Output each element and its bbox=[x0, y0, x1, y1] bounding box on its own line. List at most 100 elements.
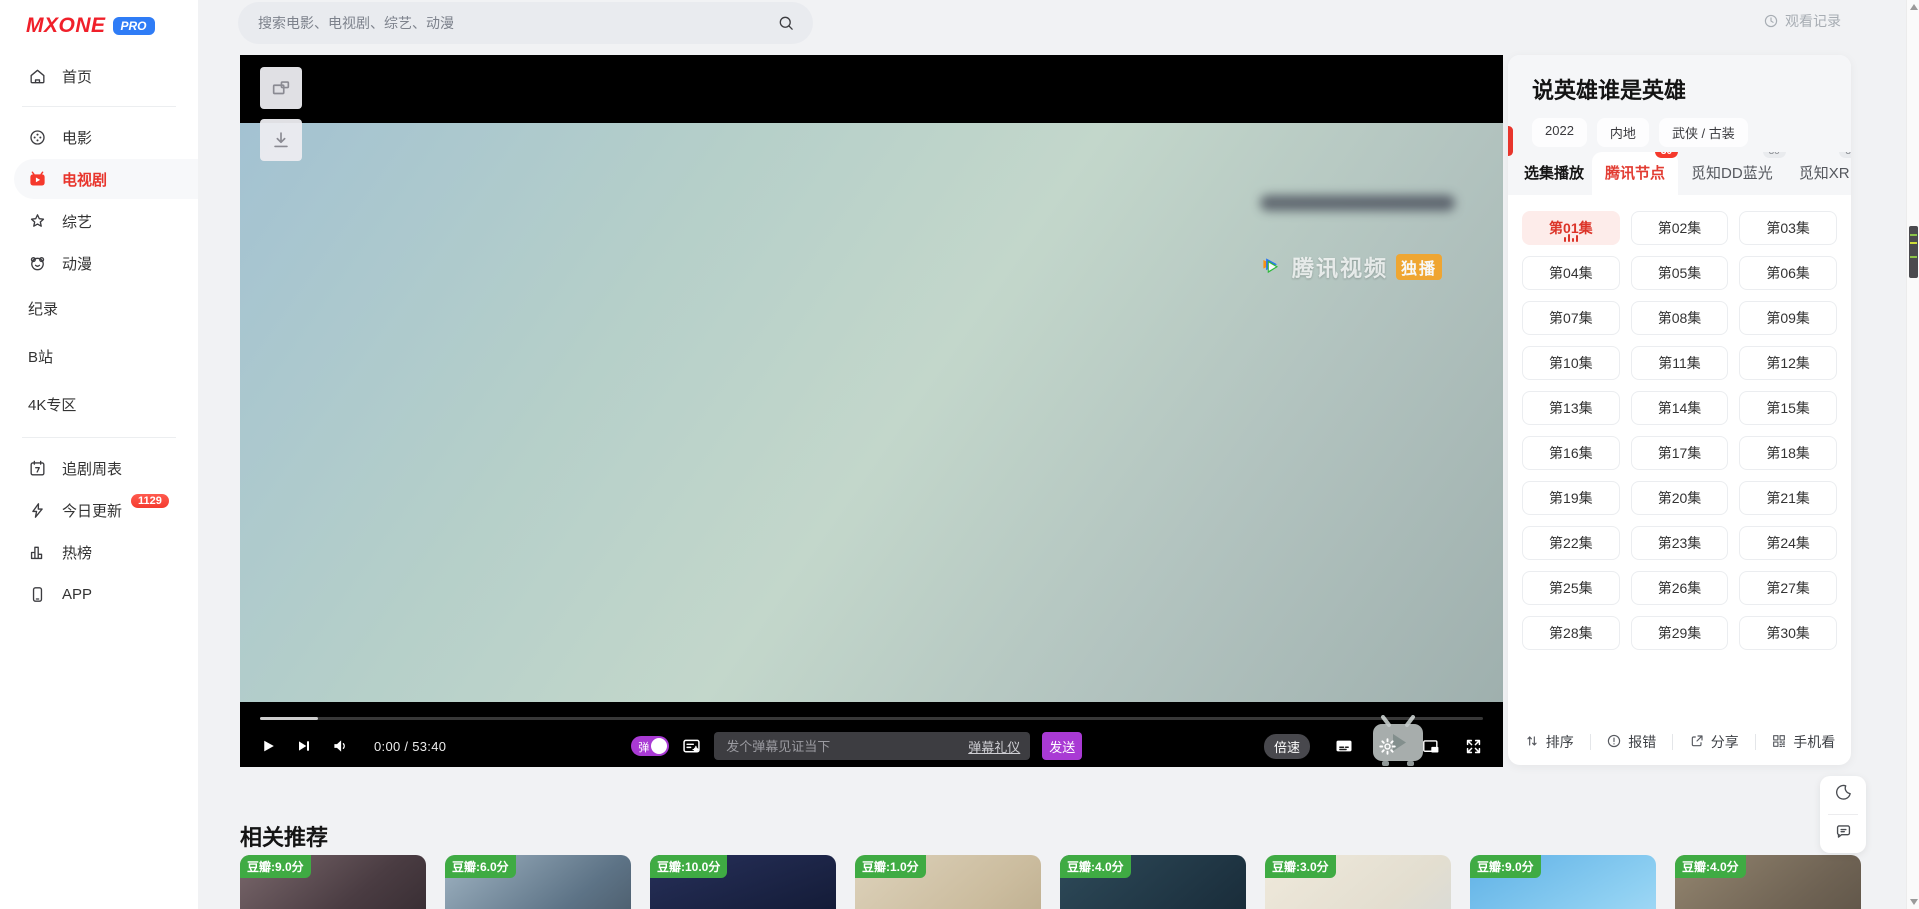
episode-button-第13集[interactable]: 第13集 bbox=[1522, 391, 1620, 425]
recommendation-card[interactable]: 豆瓣:4.0分 bbox=[1060, 855, 1246, 909]
play-button[interactable] bbox=[260, 737, 277, 755]
show-tag[interactable]: 2022 bbox=[1532, 118, 1587, 147]
episode-button-第04集[interactable]: 第04集 bbox=[1522, 256, 1620, 290]
episode-button-第08集[interactable]: 第08集 bbox=[1631, 301, 1729, 335]
sidebar-item-今日更新[interactable]: 今日更新1129 bbox=[14, 490, 198, 530]
episode-button-第03集[interactable]: 第03集 bbox=[1739, 211, 1837, 245]
show-tag[interactable]: 内地 bbox=[1597, 118, 1649, 147]
episode-button-第19集[interactable]: 第19集 bbox=[1522, 481, 1620, 515]
episode-button-第25集[interactable]: 第25集 bbox=[1522, 571, 1620, 605]
subtitle-icon bbox=[1333, 736, 1355, 756]
download-button[interactable] bbox=[260, 119, 302, 161]
sidebar-item-APP[interactable]: APP bbox=[14, 574, 198, 614]
danmaku-toggle[interactable]: 弹 bbox=[631, 736, 669, 756]
sidebar-item-电视剧[interactable]: 电视剧 bbox=[14, 159, 198, 199]
video-player[interactable]: 腾讯视频 独播 bbox=[240, 55, 1503, 767]
download-icon bbox=[270, 129, 292, 151]
watch-history-button[interactable]: 观看记录 bbox=[1763, 11, 1841, 31]
scrollbar-down-arrow[interactable] bbox=[1910, 899, 1918, 905]
episode-button-第06集[interactable]: 第06集 bbox=[1739, 256, 1837, 290]
scrollbar-up-arrow[interactable] bbox=[1910, 4, 1918, 10]
episode-button-第29集[interactable]: 第29集 bbox=[1631, 616, 1729, 650]
video-frame[interactable]: 腾讯视频 独播 bbox=[240, 123, 1503, 702]
playback-speed-button[interactable]: 倍速 bbox=[1264, 734, 1310, 759]
pip-icon bbox=[1420, 737, 1441, 756]
episode-button-第10集[interactable]: 第10集 bbox=[1522, 346, 1620, 380]
feedback-button[interactable] bbox=[1820, 815, 1866, 853]
action-label: 报错 bbox=[1628, 732, 1656, 752]
episode-button-第18集[interactable]: 第18集 bbox=[1739, 436, 1837, 470]
next-episode-button[interactable] bbox=[296, 738, 312, 754]
action-label: 分享 bbox=[1711, 732, 1739, 752]
danmaku-etiquette-link[interactable]: 弹幕礼仪 bbox=[968, 737, 1020, 756]
fullscreen-button[interactable] bbox=[1464, 737, 1483, 756]
source-tab-腾讯节点[interactable]: 腾讯节点30 bbox=[1592, 152, 1678, 195]
sidebar-item-4K专区[interactable]: 4K专区 bbox=[14, 381, 198, 427]
danmaku-settings-button[interactable] bbox=[681, 736, 702, 757]
episode-button-第30集[interactable]: 第30集 bbox=[1739, 616, 1837, 650]
player-controls: 0:00 / 53:40 弹 弹幕礼仪 发 bbox=[240, 725, 1503, 767]
film-icon bbox=[28, 128, 47, 147]
episode-button-第16集[interactable]: 第16集 bbox=[1522, 436, 1620, 470]
episode-button-第17集[interactable]: 第17集 bbox=[1631, 436, 1729, 470]
recommendation-card[interactable]: 豆瓣:9.0分 bbox=[1470, 855, 1656, 909]
scrollbar-thumb[interactable] bbox=[1909, 226, 1918, 278]
recommendation-card[interactable]: 豆瓣:10.0分 bbox=[650, 855, 836, 909]
episode-button-第09集[interactable]: 第09集 bbox=[1739, 301, 1837, 335]
episode-button-第23集[interactable]: 第23集 bbox=[1631, 526, 1729, 560]
danmaku-toggle-knob bbox=[651, 738, 667, 754]
page-scrollbar[interactable] bbox=[1906, 0, 1919, 909]
sidebar-item-追剧周表[interactable]: 追剧周表 bbox=[14, 448, 198, 488]
source-tab-觅知DD蓝光[interactable]: 觅知DD蓝光30 bbox=[1678, 152, 1786, 195]
episode-button-第28集[interactable]: 第28集 bbox=[1522, 616, 1620, 650]
sidebar-item-热榜[interactable]: 热榜 bbox=[14, 532, 198, 572]
episode-button-第20集[interactable]: 第20集 bbox=[1631, 481, 1729, 515]
show-tag[interactable]: 武侠 / 古装 bbox=[1659, 118, 1748, 147]
episode-button-第14集[interactable]: 第14集 bbox=[1631, 391, 1729, 425]
danmaku-input-box[interactable]: 弹幕礼仪 bbox=[714, 732, 1030, 760]
action-报错[interactable]: 报错 bbox=[1606, 732, 1656, 752]
search-input[interactable] bbox=[256, 14, 777, 32]
dark-mode-button[interactable] bbox=[1820, 776, 1866, 814]
recommendation-card[interactable]: 豆瓣:3.0分 bbox=[1265, 855, 1451, 909]
action-divider bbox=[1672, 734, 1673, 750]
pip-button[interactable] bbox=[1420, 737, 1441, 756]
subtitle-button[interactable] bbox=[1333, 736, 1355, 756]
sidebar-item-电影[interactable]: 电影 bbox=[14, 117, 198, 157]
episode-button-第12集[interactable]: 第12集 bbox=[1739, 346, 1837, 380]
recommendation-card[interactable]: 豆瓣:1.0分 bbox=[855, 855, 1041, 909]
episode-button-第24集[interactable]: 第24集 bbox=[1739, 526, 1837, 560]
action-手机看[interactable]: 手机看 bbox=[1771, 732, 1835, 752]
episode-panel-actions: 排序 报错 分享 手机看 bbox=[1508, 719, 1851, 765]
popup-window-button[interactable] bbox=[260, 67, 302, 109]
recommendation-card[interactable]: 豆瓣:4.0分 bbox=[1675, 855, 1861, 909]
action-分享[interactable]: 分享 bbox=[1689, 732, 1739, 752]
episode-button-第27集[interactable]: 第27集 bbox=[1739, 571, 1837, 605]
sidebar-item-动漫[interactable]: 动漫 bbox=[14, 243, 198, 283]
sidebar-item-首页[interactable]: 首页 bbox=[14, 56, 198, 96]
danmaku-send-button[interactable]: 发送 bbox=[1042, 732, 1082, 760]
episode-button-第22集[interactable]: 第22集 bbox=[1522, 526, 1620, 560]
episode-button-第02集[interactable]: 第02集 bbox=[1631, 211, 1729, 245]
episode-button-第11集[interactable]: 第11集 bbox=[1631, 346, 1729, 380]
sidebar-item-纪录[interactable]: 纪录 bbox=[14, 285, 198, 331]
source-tab-觅知XR[interactable]: 觅知XR30 bbox=[1786, 152, 1851, 195]
recommendation-card[interactable]: 豆瓣:6.0分 bbox=[445, 855, 631, 909]
recommendation-card[interactable]: 豆瓣:9.0分 bbox=[240, 855, 426, 909]
episode-button-第15集[interactable]: 第15集 bbox=[1739, 391, 1837, 425]
episode-button-第21集[interactable]: 第21集 bbox=[1739, 481, 1837, 515]
search-bar[interactable] bbox=[238, 2, 813, 44]
episode-button-第05集[interactable]: 第05集 bbox=[1631, 256, 1729, 290]
search-icon[interactable] bbox=[777, 14, 795, 32]
sidebar-item-B站[interactable]: B站 bbox=[14, 333, 198, 379]
action-排序[interactable]: 排序 bbox=[1524, 732, 1574, 752]
volume-button[interactable] bbox=[331, 737, 349, 755]
brand-logo[interactable]: MXONE PRO bbox=[0, 0, 198, 48]
danmaku-input[interactable] bbox=[724, 738, 960, 755]
episode-button-第07集[interactable]: 第07集 bbox=[1522, 301, 1620, 335]
episode-button-第01集[interactable]: 第01集 bbox=[1522, 211, 1620, 245]
seek-bar[interactable] bbox=[260, 717, 1483, 720]
settings-button[interactable] bbox=[1378, 737, 1397, 756]
episode-button-第26集[interactable]: 第26集 bbox=[1631, 571, 1729, 605]
sidebar-item-综艺[interactable]: 综艺 bbox=[14, 201, 198, 241]
